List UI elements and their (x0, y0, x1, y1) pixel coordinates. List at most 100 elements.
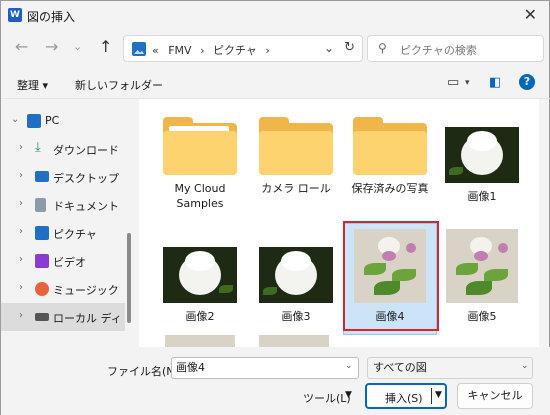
navigation-bar: ← → ⌄ ↑ « FMV › ピクチャ › ⌄ ↻ ⚲ ピクチャの検索 (1, 29, 550, 67)
insert-picture-dialog: W 図の挿入 ✕ ← → ⌄ ↑ « FMV › ピクチャ › ⌄ ↻ ⚲ ピク… (0, 0, 550, 415)
chevron-right-icon[interactable]: › (19, 142, 23, 153)
folder-icon (163, 117, 237, 175)
split-divider (431, 388, 432, 404)
image-thumbnail (446, 229, 518, 303)
file-name: 画像2 (185, 310, 215, 323)
folder-icon (259, 117, 333, 175)
folder-item[interactable]: My Cloud Samples (157, 117, 243, 211)
sidebar-item-label: PC (45, 114, 60, 127)
pictures-icon (35, 226, 49, 240)
insert-button-label: 挿入(S) (385, 392, 423, 405)
insert-dropdown-icon[interactable]: ▼ (435, 390, 442, 400)
insert-button[interactable]: 挿入(S) ▼ (365, 383, 447, 409)
close-icon[interactable]: ✕ (524, 5, 537, 24)
file-name: 画像5 (467, 310, 497, 323)
video-icon (35, 254, 49, 268)
refresh-icon[interactable]: ↻ (344, 40, 355, 55)
breadcrumb[interactable]: « FMV › ピクチャ › (152, 42, 270, 58)
recent-locations-icon[interactable]: ⌄ (73, 40, 82, 53)
sidebar-item-label: ビデオ (53, 256, 86, 269)
address-bar[interactable]: « FMV › ピクチャ › ⌄ ↻ (123, 35, 363, 62)
new-folder-button[interactable]: 新しいフォルダー (75, 77, 163, 93)
cancel-button[interactable]: キャンセル (457, 383, 533, 409)
pictures-folder-icon (132, 42, 146, 56)
chevron-down-icon[interactable]: ⌄ (11, 114, 19, 125)
partial-thumbnail (165, 335, 235, 347)
organize-menu-button[interactable]: 整理 ▾ (17, 77, 48, 93)
folder-item[interactable]: カメラ ロール (253, 117, 339, 196)
breadcrumb-item-pictures[interactable]: ピクチャ (213, 44, 257, 57)
file-name: 保存済みの写真 (351, 182, 429, 195)
file-name: 画像1 (467, 190, 497, 203)
sidebar-item-pc[interactable]: ⌄ PC (1, 107, 125, 135)
up-arrow-icon[interactable]: ↑ (99, 37, 112, 56)
dialog-footer: ファイル名(N): 画像4 ⌄ すべての図 ⌄ ツール(L) ▼ 挿入(S) ▼… (1, 347, 550, 415)
highlight-annotation (343, 221, 439, 331)
sidebar-item-label: ピクチャ (53, 228, 97, 241)
filename-input[interactable]: 画像4 (171, 357, 359, 379)
forward-arrow-icon[interactable]: → (45, 37, 58, 56)
sidebar-item-label: ドキュメント (53, 200, 119, 213)
tools-menu-button[interactable]: ツール(L) (303, 390, 351, 406)
navigation-pane: ⌄ PC › ⤓ ダウンロード › デスクトップ › ドキュメント › ピクチャ… (1, 99, 133, 347)
folder-item[interactable]: 保存済みの写真 (347, 117, 433, 196)
sidebar-item-label: ローカル ディスク ( (53, 312, 123, 325)
breadcrumb-overflow[interactable]: « (152, 44, 159, 57)
partial-thumbnail (259, 335, 329, 347)
view-options-icon[interactable]: ▭ (447, 75, 459, 90)
chevron-right-icon[interactable]: › (19, 254, 23, 265)
image-thumbnail (445, 127, 519, 183)
chevron-right-icon[interactable]: › (19, 226, 23, 237)
image-item[interactable]: 画像3 (253, 247, 339, 324)
image-item[interactable]: 画像5 (439, 227, 525, 324)
breadcrumb-item-fmv[interactable]: FMV (168, 44, 191, 57)
back-arrow-icon[interactable]: ← (15, 37, 28, 56)
file-name: My Cloud Samples (174, 182, 226, 210)
breadcrumb-separator: › (265, 44, 270, 57)
sidebar-item-label: ダウンロード (53, 144, 119, 157)
title-bar: W 図の挿入 ✕ (1, 1, 550, 29)
sidebar-item-pictures[interactable]: › ピクチャ (1, 219, 125, 247)
breadcrumb-separator: › (200, 44, 205, 57)
sidebar-item-desktop[interactable]: › デスクトップ (1, 163, 125, 191)
file-list: My Cloud Samples カメラ ロール 保存済みの写真 画像1 画像2… (139, 99, 539, 347)
dialog-title: 図の挿入 (27, 10, 76, 24)
search-input[interactable]: ⚲ ピクチャの検索 (367, 35, 544, 62)
image-item[interactable]: 画像1 (439, 127, 525, 204)
chevron-right-icon[interactable]: › (19, 282, 23, 293)
image-thumbnail (259, 247, 333, 303)
image-item[interactable]: 画像2 (157, 247, 243, 324)
drive-icon (35, 313, 49, 321)
sidebar-item-videos[interactable]: › ビデオ (1, 247, 125, 275)
chevron-right-icon[interactable]: › (19, 198, 23, 209)
sidebar-item-documents[interactable]: › ドキュメント (1, 191, 125, 219)
search-icon: ⚲ (378, 41, 387, 55)
sidebar-item-label: デスクトップ (53, 172, 119, 185)
help-icon[interactable]: ? (519, 74, 535, 90)
chevron-right-icon[interactable]: › (19, 170, 23, 181)
filetype-select[interactable]: すべての図 (367, 357, 533, 379)
address-dropdown-icon[interactable]: ⌄ (324, 41, 334, 55)
folder-icon (353, 117, 427, 175)
filetype-dropdown-icon[interactable]: ⌄ (521, 361, 529, 371)
tools-dropdown-icon[interactable]: ▼ (345, 390, 352, 400)
view-dropdown-icon[interactable]: ▾ (465, 78, 470, 88)
sidebar-item-music[interactable]: › ミュージック (1, 275, 125, 303)
chevron-right-icon[interactable]: › (19, 310, 23, 321)
monitor-icon (27, 114, 41, 128)
sidebar-item-label: ミュージック (53, 284, 119, 297)
document-icon (35, 198, 46, 212)
filename-dropdown-icon[interactable]: ⌄ (345, 361, 353, 371)
file-name: 画像3 (281, 310, 311, 323)
desktop-icon (35, 171, 49, 182)
file-name: カメラ ロール (261, 182, 331, 195)
sidebar-item-downloads[interactable]: › ⤓ ダウンロード (1, 135, 125, 163)
search-placeholder: ピクチャの検索 (400, 44, 477, 57)
word-app-icon: W (8, 8, 22, 22)
download-icon: ⤓ (35, 140, 41, 155)
music-icon (35, 282, 49, 296)
sidebar-scrollbar[interactable] (127, 233, 131, 323)
content-scrollbar[interactable] (543, 99, 547, 347)
preview-pane-icon[interactable]: ◧ (489, 75, 501, 90)
sidebar-item-local-disk[interactable]: › ローカル ディスク ( (1, 303, 125, 331)
